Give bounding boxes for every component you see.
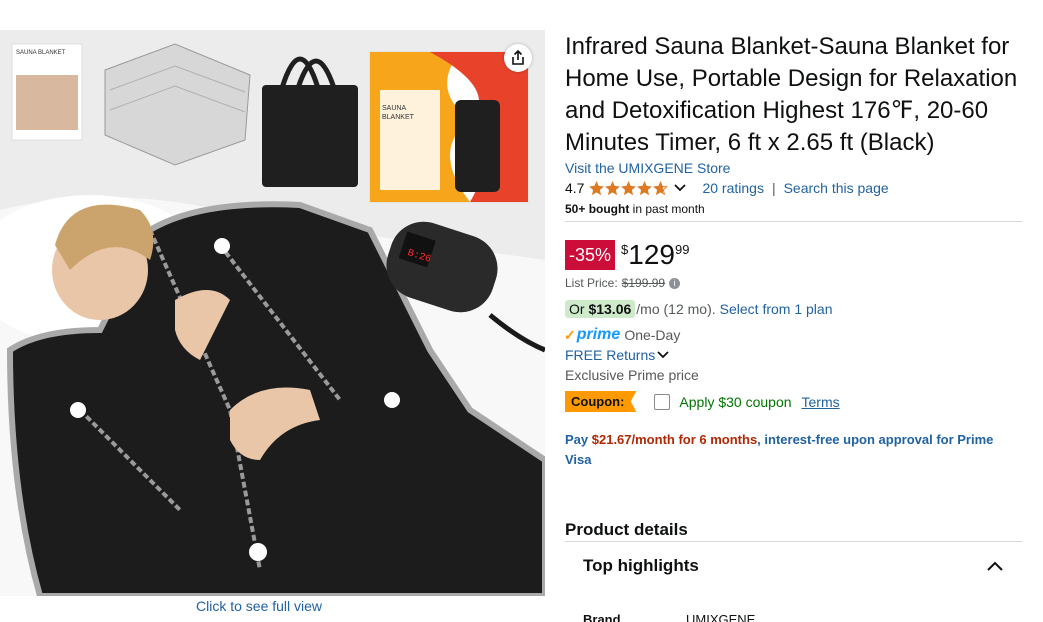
list-price-label: List Price: [565, 276, 618, 290]
one-day-label: One-Day [624, 327, 681, 343]
price-currency: $ [621, 242, 629, 257]
coupon-row: Coupon: Apply $30 coupon Terms [565, 391, 840, 412]
plan-period: /mo (12 mo). [636, 301, 716, 317]
product-title: Infrared Sauna Blanket-Sauna Blanket for… [565, 33, 1018, 156]
bought-period: in past month [629, 202, 705, 216]
free-returns-label: FREE Returns [565, 347, 656, 363]
price-fraction: 99 [674, 242, 690, 257]
price-block: -35% $ 129 99 [565, 238, 689, 272]
share-button[interactable] [504, 44, 532, 72]
product-details-heading: Product details [565, 520, 688, 539]
installment-plan: Or $13.06 /mo (12 mo). Select from 1 pla… [565, 300, 832, 318]
prime-delivery: ✓ prime One-Day [564, 326, 680, 344]
plan-or: Or [569, 301, 589, 317]
list-price-value: $199.99 [621, 276, 666, 290]
pay-prefix: Pay [565, 432, 592, 447]
price-whole: 129 [628, 239, 675, 270]
product-page: SAUNA BLANKET SAUNA BLANKET B:26 Click t… [0, 0, 1043, 622]
main-product-image[interactable]: SAUNA BLANKET SAUNA BLANKET B:26 [0, 30, 545, 596]
store-link[interactable]: Visit the UMIXGENE Store [565, 160, 730, 176]
star-icon [589, 180, 605, 195]
box-label-2: BLANKET [382, 114, 415, 121]
apply-coupon-label[interactable]: Apply $30 coupon [679, 394, 791, 410]
divider [565, 541, 1022, 542]
financing-offer[interactable]: Pay $21.67/month for 6 months, interest-… [565, 430, 1005, 470]
star-icon [621, 180, 637, 195]
share-icon [512, 50, 524, 65]
chevron-down-icon[interactable] [672, 180, 688, 196]
coupon-checkbox[interactable] [654, 393, 671, 410]
prime-check-icon: ✓ [564, 326, 576, 343]
divider [565, 221, 1022, 222]
star-icon [637, 180, 653, 195]
manual-title: SAUNA BLANKET [16, 50, 66, 56]
star-rating[interactable] [589, 180, 669, 196]
pay-amount: $21.67/month for 6 months [591, 432, 758, 447]
separator: | [771, 180, 776, 196]
bought-count: 50+ bought [565, 202, 630, 216]
free-returns-link[interactable]: FREE Returns [565, 347, 671, 363]
prime-logo: ✓ prime [564, 326, 620, 344]
coupon-terms-link[interactable]: Terms [802, 394, 840, 410]
list-price: List Price: $199.99 i [565, 276, 681, 290]
bought-badge: 50+ bought in past month [565, 202, 705, 216]
select-plan-link[interactable]: Select from 1 plan [720, 301, 833, 317]
star-icon [605, 180, 621, 195]
info-icon[interactable]: i [669, 277, 681, 289]
plan-pill: Or $13.06 [565, 300, 636, 318]
chevron-down-icon [657, 351, 669, 359]
full-view-link[interactable]: Click to see full view [196, 598, 322, 614]
star-icon [653, 180, 669, 195]
brand-label: Brand [583, 612, 621, 622]
search-page-link[interactable]: Search this page [784, 180, 889, 196]
rating-row: 4.7 20 ratings | Search this page [565, 179, 889, 197]
rating-value: 4.7 [565, 180, 585, 196]
discount-badge: -35% [565, 240, 616, 270]
top-highlights-toggle[interactable]: Top highlights [583, 556, 699, 576]
ratings-count-link[interactable]: 20 ratings [702, 180, 763, 196]
exclusive-prime-price: Exclusive Prime price [565, 367, 699, 383]
sauna-blanket-photo: SAUNA BLANKET SAUNA BLANKET B:26 [0, 30, 545, 596]
chevron-up-icon[interactable] [986, 560, 1004, 572]
plan-amount: $13.06 [588, 301, 632, 317]
brand-value: UMIXGENE [686, 612, 756, 622]
prime-text: prime [576, 326, 621, 343]
box-label-1: SAUNA [382, 105, 406, 112]
coupon-badge: Coupon: [565, 391, 637, 412]
